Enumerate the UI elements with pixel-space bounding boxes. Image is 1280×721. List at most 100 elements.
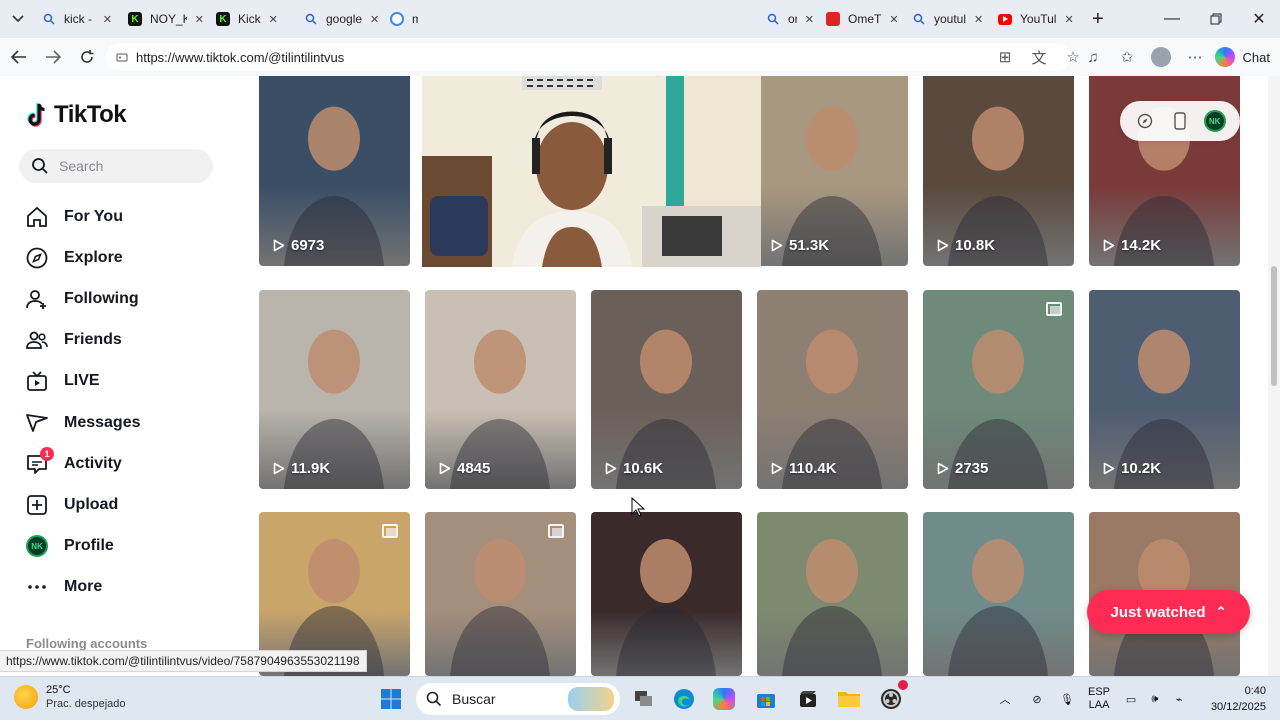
favorites-icon[interactable]: ✩: [1110, 48, 1144, 66]
scrollbar-thumb[interactable]: [1271, 266, 1277, 386]
sidebar-item-more[interactable]: More: [24, 567, 224, 608]
copilot-icon: [713, 688, 735, 710]
sidebar-item-following[interactable]: Following: [24, 278, 224, 319]
site-info-icon[interactable]: [116, 51, 128, 63]
logo-wordmark: TikTok: [54, 101, 127, 128]
video-thumbnail[interactable]: 10.8K: [923, 76, 1074, 266]
app-available-icon[interactable]: ⊞: [988, 48, 1022, 66]
chevron-up-icon[interactable]: ︿: [996, 691, 1014, 707]
browser-tab[interactable]: google ✕: [298, 4, 386, 34]
video-thumbnail[interactable]: 11.9K: [259, 290, 410, 489]
sidebar-item-label: LIVE: [64, 372, 100, 390]
sidebar-item-upload[interactable]: Upload: [24, 484, 224, 525]
video-thumbnail[interactable]: 51.3K: [757, 76, 908, 266]
reload-button[interactable]: [70, 40, 104, 74]
restore-button[interactable]: [1194, 0, 1238, 38]
ometv-icon: [826, 12, 840, 26]
video-thumbnail[interactable]: 2735: [923, 290, 1074, 489]
back-button[interactable]: [2, 40, 36, 74]
extensions-icon[interactable]: ♫: [1076, 49, 1110, 66]
video-thumbnail[interactable]: 10.2K: [1089, 290, 1240, 489]
close-tab-icon[interactable]: ✕: [370, 13, 379, 26]
browser-tab[interactable]: m: [384, 4, 424, 34]
sidebar-item-explore[interactable]: Explore: [24, 237, 224, 278]
sidebar-item-friends[interactable]: Friends: [24, 320, 224, 361]
profile-mini-button[interactable]: NK: [1203, 110, 1226, 132]
close-tab-icon[interactable]: ✕: [1064, 13, 1073, 26]
more-menu-icon[interactable]: ⋯: [1178, 48, 1212, 66]
browser-tab[interactable]: OmeT ✕: [820, 4, 906, 34]
minimize-button[interactable]: —: [1150, 0, 1194, 38]
video-preview-image: [948, 539, 1048, 676]
start-button[interactable]: [376, 684, 406, 714]
get-app-button[interactable]: [1169, 110, 1191, 132]
search-input[interactable]: [59, 158, 199, 174]
tiktok-logo[interactable]: TikTok: [26, 101, 127, 129]
search-box[interactable]: [19, 149, 213, 183]
profile-avatar: NK: [24, 533, 50, 559]
meet-now-icon[interactable]: ⊘: [1028, 693, 1046, 706]
translate-icon[interactable]: 文: [1022, 47, 1056, 68]
account-avatar[interactable]: [1144, 47, 1178, 67]
close-tab-icon[interactable]: ✕: [889, 13, 898, 26]
copilot-taskbar-button[interactable]: [709, 684, 739, 714]
url-field[interactable]: https://www.tiktok.com/@tilintilintvus: [106, 43, 1071, 71]
live-icon: [24, 368, 50, 394]
sidebar-item-activity[interactable]: 1 Activity: [24, 443, 224, 484]
language-indicator[interactable]: ESP LAA: [1088, 686, 1110, 712]
browser-tab[interactable]: omegl ✕: [760, 4, 820, 34]
view-count: 10.6K: [605, 460, 663, 477]
sidebar-item-live[interactable]: LIVE: [24, 361, 224, 402]
obs-taskbar-button[interactable]: [876, 680, 908, 714]
profile-avatar-text: NK: [26, 535, 48, 558]
sidebar-item-label: For You: [64, 207, 123, 225]
page-scrollbar[interactable]: [1268, 76, 1280, 676]
view-count-text: 11.9K: [291, 460, 331, 477]
browser-tab[interactable]: K NOY_K ✕: [122, 4, 210, 34]
close-tab-icon[interactable]: ✕: [974, 13, 983, 26]
network-icon[interactable]: ▭: [1122, 693, 1140, 706]
video-thumbnail[interactable]: [425, 512, 576, 676]
weather-sun-icon: [14, 685, 38, 709]
sidebar-item-for-you[interactable]: For You: [24, 196, 224, 237]
video-thumbnail[interactable]: 4845: [425, 290, 576, 489]
browser-tab[interactable]: K Kick ✕: [210, 4, 298, 34]
volume-icon[interactable]: 🕪: [1146, 693, 1164, 706]
taskbar-search-box[interactable]: Buscar: [416, 683, 620, 715]
file-explorer-taskbar-button[interactable]: [834, 684, 864, 714]
taskbar-clock[interactable]: 0:40 30/12/2025: [1211, 683, 1266, 715]
video-thumbnail[interactable]: 6973: [259, 76, 410, 266]
sidebar-item-profile[interactable]: NK Profile: [24, 526, 224, 567]
browser-tab[interactable]: YouTul ✕: [992, 4, 1080, 34]
sidebar-item-messages[interactable]: Messages: [24, 402, 224, 443]
keyboard-shortcuts-button[interactable]: [1134, 110, 1156, 132]
view-count-text: 10.8K: [955, 237, 996, 254]
forward-button[interactable]: [36, 40, 70, 74]
tab-actions-menu-button[interactable]: [0, 0, 36, 38]
media-player-taskbar-button[interactable]: [793, 684, 823, 714]
reload-icon: [81, 50, 94, 63]
browser-tab[interactable]: kick - B ✕: [36, 4, 118, 34]
weather-widget[interactable]: 25°C Prac. despejado: [14, 683, 126, 711]
battery-icon[interactable]: ⌁: [1170, 693, 1188, 706]
video-thumbnail[interactable]: 10.6K: [591, 290, 742, 489]
microphone-icon[interactable]: 🎙︎: [1058, 693, 1076, 706]
video-thumbnail[interactable]: [923, 512, 1074, 676]
video-thumbnail[interactable]: 110.4K: [757, 290, 908, 489]
just-watched-button[interactable]: Just watched ⌃: [1087, 590, 1250, 634]
new-tab-button[interactable]: +: [1086, 4, 1110, 34]
notification-dot: [898, 680, 908, 690]
following-icon: [24, 286, 50, 312]
close-tab-icon[interactable]: ✕: [269, 13, 278, 26]
close-tab-icon[interactable]: ✕: [195, 13, 204, 26]
task-view-button[interactable]: [629, 684, 659, 714]
copilot-chat-button[interactable]: Chat: [1214, 43, 1270, 71]
close-tab-icon[interactable]: ✕: [103, 13, 112, 26]
video-thumbnail[interactable]: [591, 512, 742, 676]
edge-taskbar-button[interactable]: [669, 684, 699, 714]
video-thumbnail[interactable]: [757, 512, 908, 676]
close-tab-icon[interactable]: ✕: [805, 13, 814, 26]
browser-tab[interactable]: youtul ✕: [906, 4, 990, 34]
store-taskbar-button[interactable]: [751, 684, 781, 714]
close-window-button[interactable]: ✕: [1237, 0, 1280, 38]
